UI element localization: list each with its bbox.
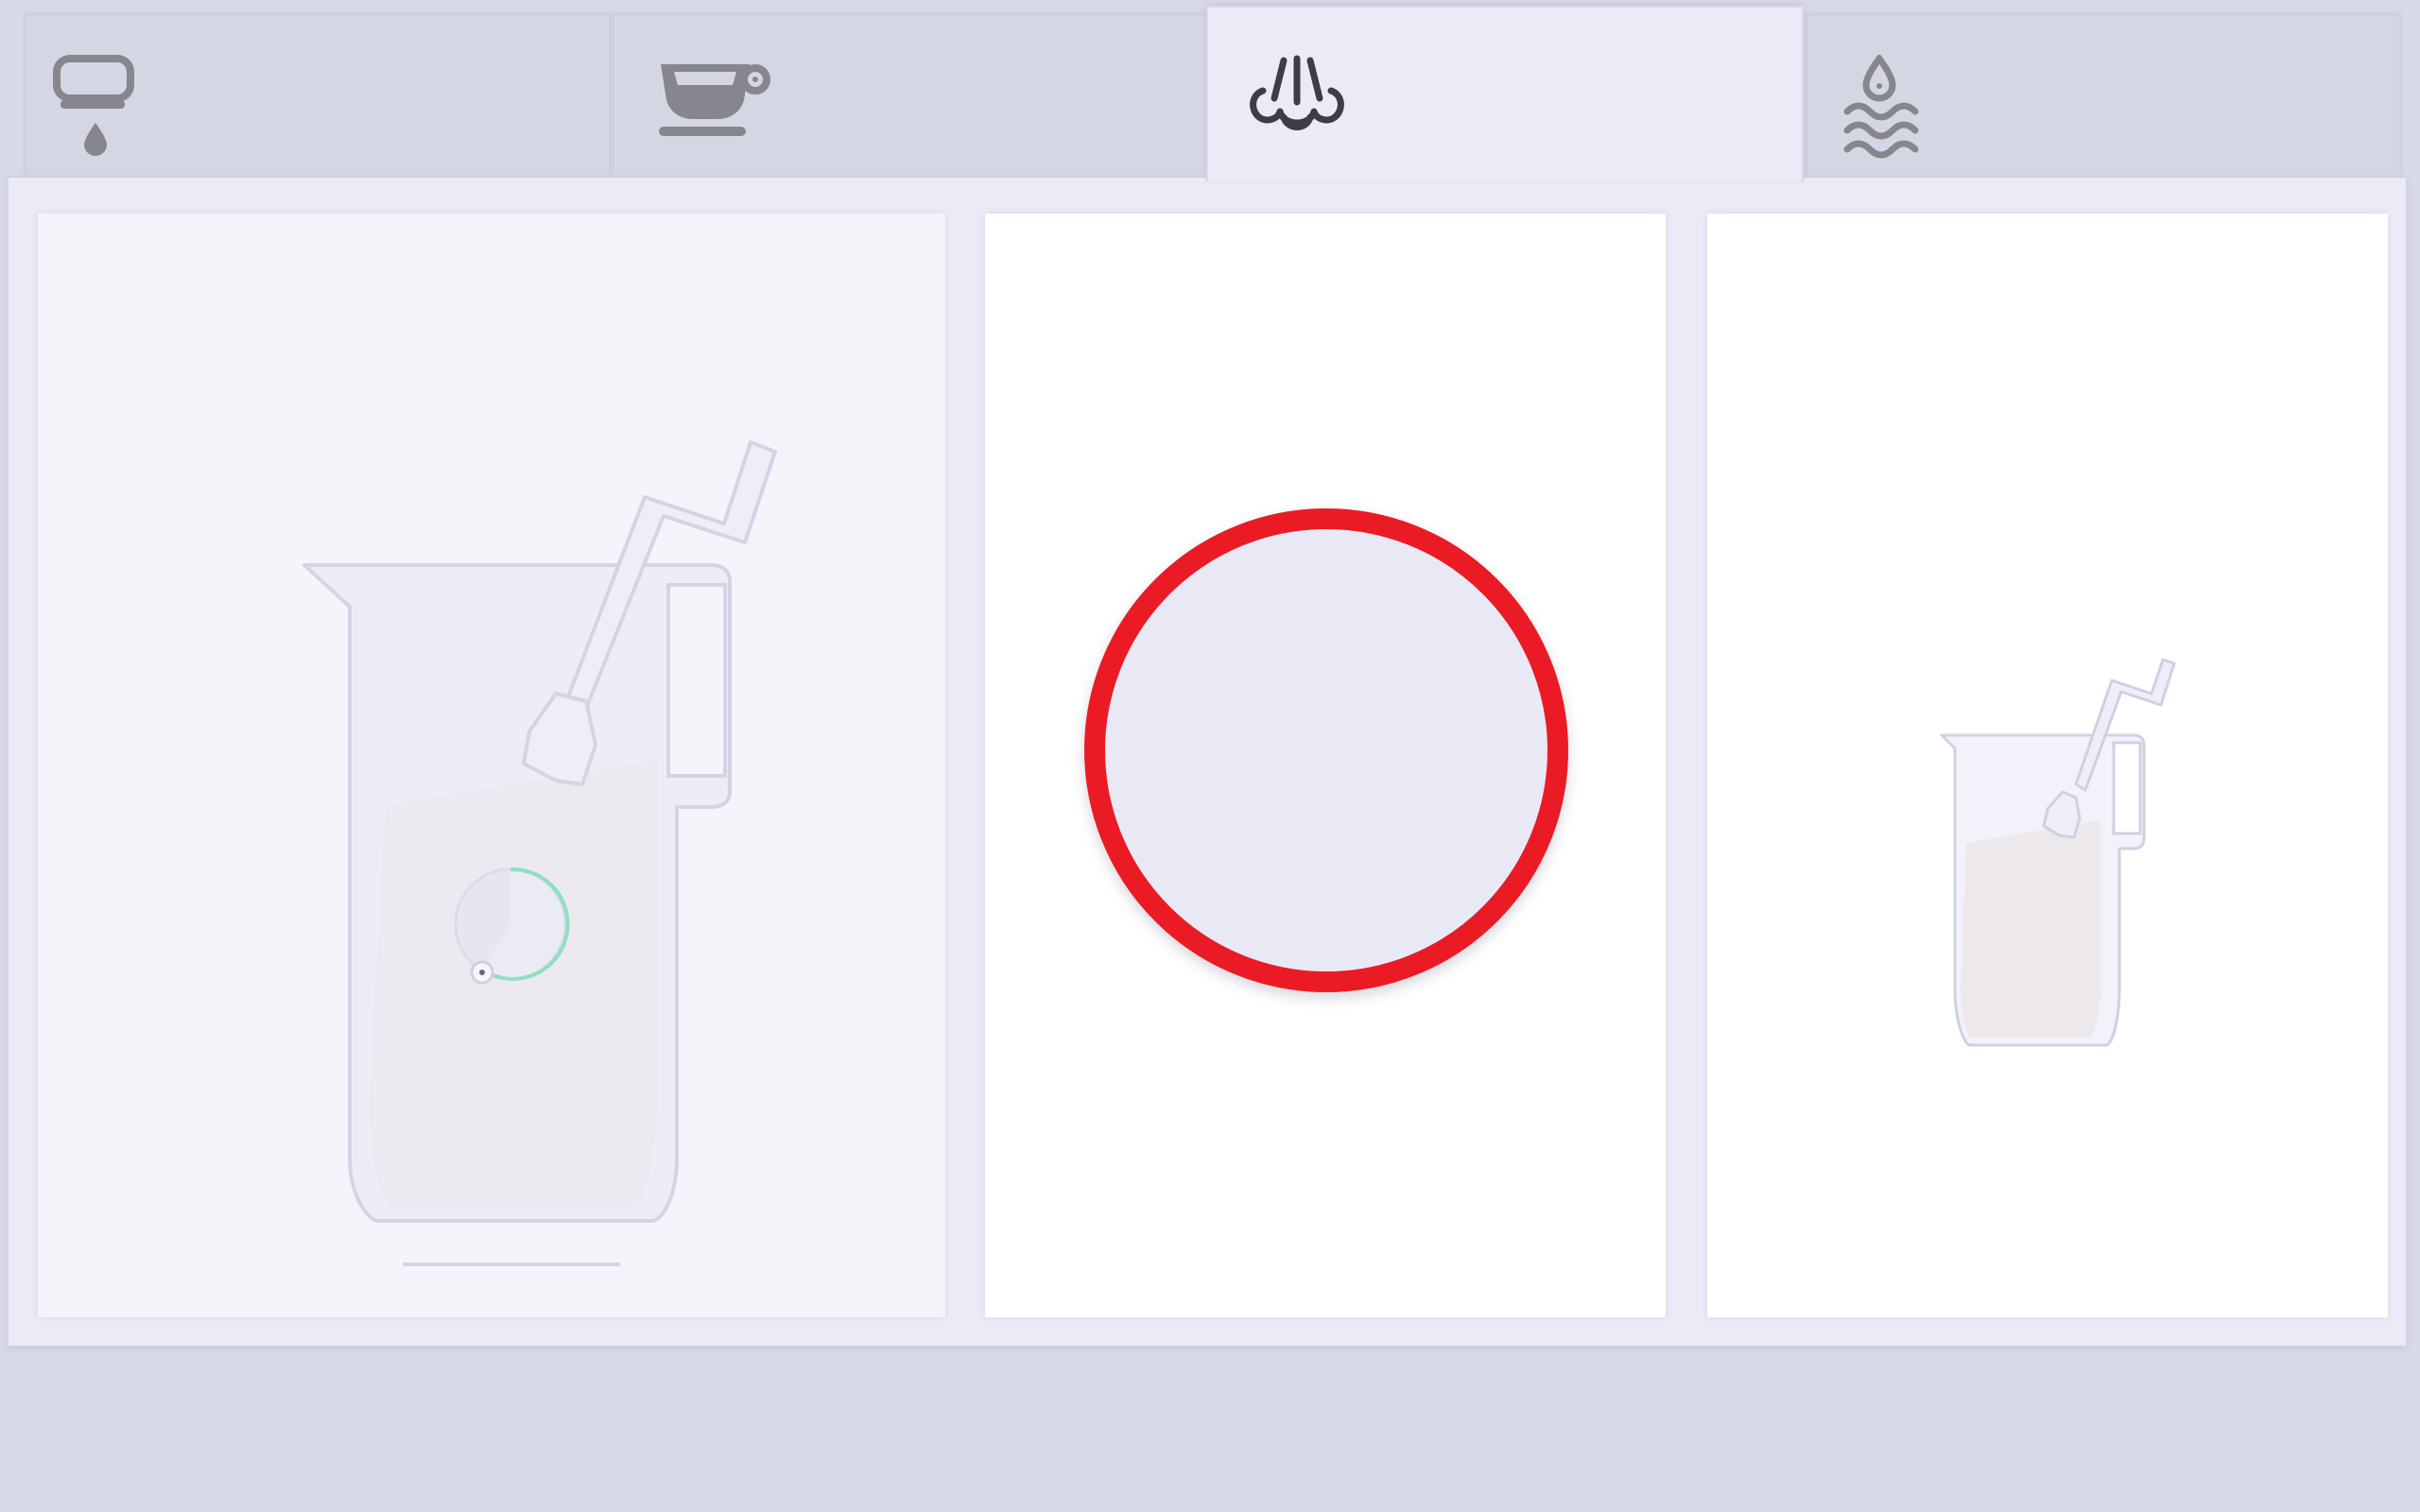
small-pitcher-card[interactable]	[1707, 214, 2388, 1317]
tab-bar	[0, 0, 2420, 181]
app-root	[0, 0, 2420, 1512]
tab-dispense[interactable]	[25, 13, 611, 176]
coffee-cup-icon	[657, 59, 770, 144]
steam-content-panel	[9, 176, 2406, 1346]
steam-icon	[1246, 51, 1348, 144]
start-steam-button[interactable]	[1084, 508, 1568, 992]
tab-hot-water[interactable]	[1806, 13, 2401, 176]
tab-steam[interactable]	[1206, 6, 1804, 181]
dispense-drip-icon	[53, 55, 138, 161]
start-card	[985, 214, 1666, 1317]
milk-pitcher-with-steam-wand-icon	[302, 440, 777, 1266]
tab-coffee[interactable]	[613, 13, 1208, 176]
hot-water-icon	[1840, 55, 1925, 161]
small-milk-pitcher-icon	[1940, 658, 2176, 1047]
pitcher-preview-card[interactable]	[38, 214, 945, 1317]
timer-icon	[454, 867, 570, 985]
